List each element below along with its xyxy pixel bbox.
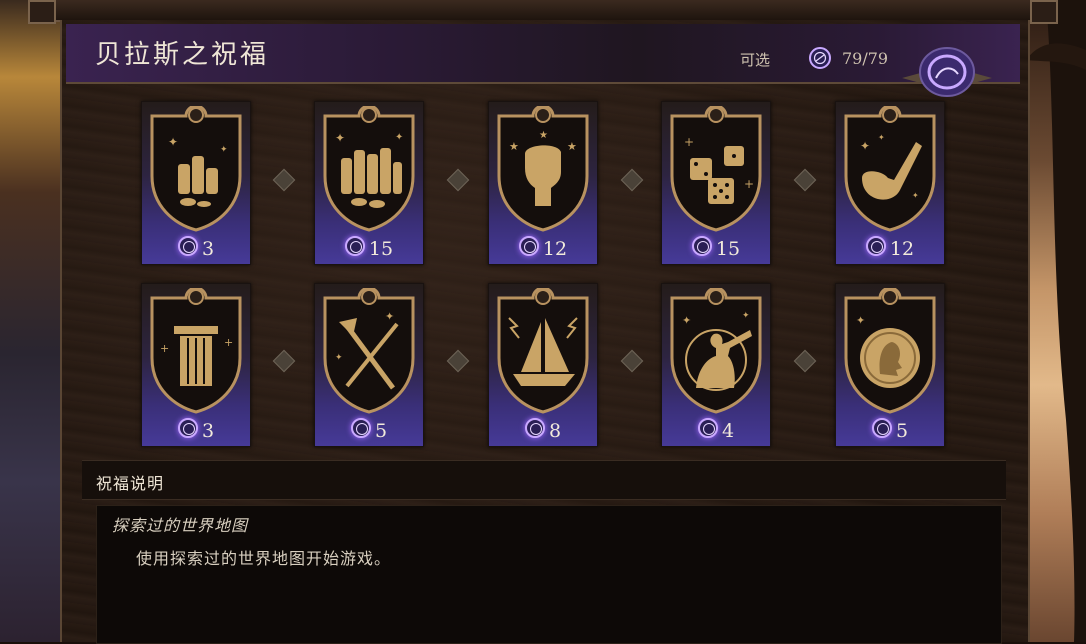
svg-text:✦: ✦ [912,191,919,200]
description-header: 祝福说明 [96,474,165,493]
blessing-card[interactable]: ★ ★ ★ 12 [488,101,598,265]
blessing-cost: 8 [489,418,597,442]
svg-text:✦: ✦ [860,139,870,153]
dice-icon: ++ [670,106,762,232]
blessing-point-icon [344,236,365,256]
blessing-cost: 5 [836,418,944,442]
frame-corner-left [28,0,56,24]
coin-stack-large-icon: ✦ ✦ [323,106,415,232]
svg-text:✦: ✦ [335,131,345,145]
available-points-value: 79/79 [842,49,889,68]
svg-text:+: + [160,342,169,355]
cost-value: 8 [548,420,562,442]
blessing-point-icon [350,418,371,438]
pipe-icon: ✦ ✦ ✦ [844,106,936,232]
blessing-cost: 5 [315,418,423,442]
crossed-weapons-icon: ✦✦ [323,288,415,414]
blessing-cost: 3 [142,418,250,442]
svg-text:✦: ✦ [682,314,691,327]
blessing-emblem-icon [902,47,992,97]
blessing-card[interactable]: ✦ ✦ 3 [141,101,251,265]
blessing-point-icon [177,236,198,256]
svg-text:✦: ✦ [385,310,394,323]
sailing-ship-icon [497,288,589,414]
blessing-card[interactable]: + + 15 [661,101,771,265]
blessing-point-icon [518,236,539,256]
cost-value: 5 [374,420,388,442]
svg-text:★: ★ [567,140,577,153]
blessing-card[interactable]: ✦ ✦ 15 [314,101,424,265]
cost-value: 3 [201,420,215,442]
svg-text:★: ★ [509,140,519,153]
raised-fist-icon: ★ ★ ★ [497,106,589,232]
svg-text:+: + [744,177,754,191]
blessing-point-icon [524,418,545,438]
blessing-point-icon [697,418,718,438]
svg-text:✦: ✦ [335,353,343,363]
blessing-cost: 15 [315,236,423,260]
description-header-bar [82,460,1006,500]
available-label: 可选 [740,51,771,69]
blessing-point-icon [871,418,892,438]
svg-text:✦: ✦ [856,314,865,327]
svg-text:✦: ✦ [742,311,750,321]
svg-text:✦: ✦ [878,133,885,142]
svg-text:+: + [684,135,694,149]
cost-value: 5 [895,420,909,442]
cost-value: 15 [715,238,741,260]
blessing-cost: 4 [662,418,770,442]
blessing-card[interactable]: ✦ ✦ 4 [661,283,771,447]
frame-corner-right [1030,0,1058,24]
blessing-card[interactable]: 8 [488,283,598,447]
cost-value: 12 [889,238,915,260]
blessing-card[interactable]: ✦ 5 [835,283,945,447]
blessing-card[interactable]: + + 3 [141,283,251,447]
cost-value: 4 [721,420,735,442]
blessing-cost: 12 [489,236,597,260]
blessing-point-icon [865,236,886,256]
panel-title: 贝拉斯之祝福 [95,40,270,70]
blessing-cost: 3 [142,236,250,260]
svg-text:✦: ✦ [220,145,228,155]
blessing-point-icon [809,47,831,69]
medallion-icon: ✦ [844,288,936,414]
blessing-cost: 12 [836,236,944,260]
blessing-card[interactable]: ✦ ✦ ✦ 12 [835,101,945,265]
selected-blessing-description: 使用探索过的世界地图开始游戏。 [136,549,392,568]
blessing-point-icon [691,236,712,256]
svg-text:✦: ✦ [395,132,403,143]
selected-blessing-name: 探索过的世界地图 [112,516,249,535]
cost-value: 12 [542,238,568,260]
cost-value: 3 [201,238,215,260]
explorer-spyglass-icon: ✦ ✦ [670,288,762,414]
svg-text:✦: ✦ [168,135,178,149]
blessing-point-icon [177,418,198,438]
svg-text:+: + [224,336,233,349]
pillar-icon: + + [150,288,242,414]
svg-text:★: ★ [539,130,548,141]
blessing-cost: 15 [662,236,770,260]
coin-stack-small-icon: ✦✦ [150,106,242,232]
cost-value: 15 [368,238,394,260]
top-frame-bar [28,0,1058,22]
blessing-card[interactable]: ✦ ✦ 5 [314,283,424,447]
